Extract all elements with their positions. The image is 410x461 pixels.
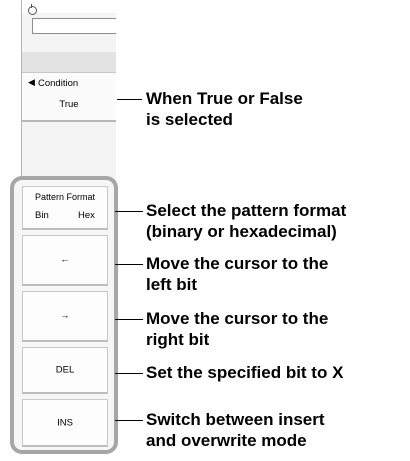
callout-cursor-right-line1: Move the cursor to the	[146, 309, 329, 328]
callout-delete: Set the specified bit to X	[146, 362, 343, 383]
pattern-format-title: Pattern Format	[34, 192, 96, 202]
callout-insert-line2: and overwrite mode	[146, 431, 307, 450]
callout-cursor-right-line2: right bit	[146, 330, 210, 349]
callout-insert-line1: Switch between insert	[146, 410, 325, 429]
callout-pattern-format-line2: (binary or hexadecimal)	[146, 222, 337, 241]
callout-pattern-format-line1: Select the pattern format	[146, 201, 347, 220]
callout-condition-line2: is selected	[146, 110, 233, 129]
delete-softkey[interactable]: DEL	[22, 347, 108, 394]
callout-cursor-left: Move the cursor to the left bit	[146, 253, 328, 295]
callout-delete-line1: Set the specified bit to X	[146, 363, 344, 382]
cursor-right-softkey[interactable]: →	[22, 291, 108, 342]
callout-pattern-format: Select the pattern format (binary or hex…	[146, 200, 346, 242]
cursor-left-softkey[interactable]: ←	[22, 235, 108, 286]
condition-title: Condition	[38, 78, 79, 89]
left-arrow-icon: ←	[60, 254, 70, 266]
callout-line-cursor-left	[115, 264, 143, 265]
callout-cursor-right: Move the cursor to the right bit	[146, 308, 328, 350]
left-triangle-icon: ◀	[28, 77, 35, 87]
callout-cursor-left-line1: Move the cursor to the	[146, 254, 329, 273]
pattern-format-option-bin[interactable]: Bin	[35, 211, 49, 221]
callout-cursor-left-line2: left bit	[146, 275, 197, 294]
condition-value: True	[59, 99, 79, 110]
callout-line-cursor-right	[115, 319, 143, 320]
menu-header-bar	[22, 0, 116, 15]
callout-line-condition	[117, 99, 142, 100]
softkey-group-highlight: Pattern Format Bin Hex ← → DEL INS	[10, 176, 118, 454]
menu-separator-band	[22, 52, 116, 72]
delete-softkey-label: DEL	[55, 364, 75, 376]
pattern-format-softkey[interactable]: Pattern Format Bin Hex	[22, 186, 108, 230]
rotary-knob-icon	[28, 4, 37, 15]
callout-insert: Switch between insert and overwrite mode	[146, 409, 325, 451]
input-field[interactable]	[32, 18, 116, 34]
condition-softkey[interactable]: ◀ Condition True	[22, 72, 116, 122]
callout-line-pattern-format	[115, 211, 143, 212]
callout-line-delete	[115, 373, 143, 374]
callout-condition: When True or False is selected	[146, 88, 303, 130]
right-arrow-icon: →	[60, 310, 70, 322]
insert-softkey-label: INS	[57, 416, 73, 428]
callout-line-insert	[115, 420, 143, 421]
insert-softkey[interactable]: INS	[22, 399, 108, 447]
pattern-format-option-hex[interactable]: Hex	[78, 211, 95, 221]
callout-condition-line1: When True or False	[146, 89, 303, 108]
